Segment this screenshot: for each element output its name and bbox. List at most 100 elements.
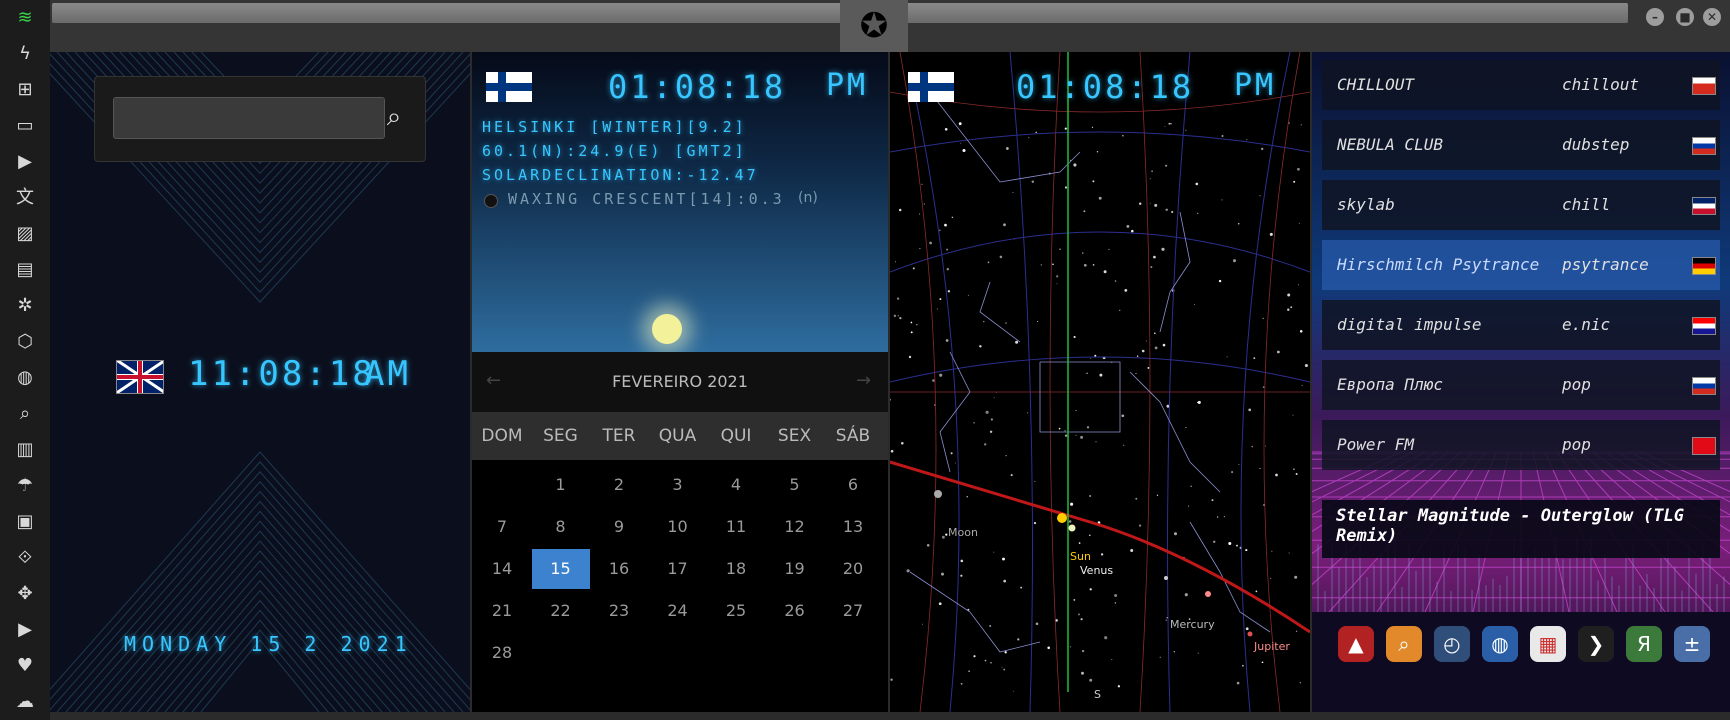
calendar-day[interactable]: 16 (590, 549, 648, 589)
link-icon[interactable]: ⟐ (13, 546, 37, 570)
station-name: Европа Плюс (1337, 375, 1443, 394)
image-icon[interactable]: ▨ (13, 222, 37, 246)
station-row[interactable]: CHILLOUT chillout (1322, 60, 1720, 110)
calendar-day[interactable]: 23 (590, 591, 648, 631)
clock-app-icon[interactable]: ◴ (1434, 626, 1470, 662)
app-logo-tab[interactable]: ✪ (840, 0, 908, 52)
news-icon[interactable]: ▤ (13, 258, 37, 282)
calendar-day[interactable]: 24 (649, 591, 707, 631)
umbrella-icon[interactable]: ☂ (13, 474, 37, 498)
station-genre: chill (1562, 195, 1611, 214)
calendar-day[interactable]: 3 (649, 465, 707, 505)
forward-icon[interactable]: ❯ (1578, 626, 1614, 662)
calendar-day[interactable]: 21 (473, 591, 531, 631)
mercury-marker[interactable] (1164, 576, 1168, 580)
weekday-header: SÁB (835, 426, 871, 446)
station-name: digital impulse (1337, 315, 1482, 334)
station-name: Power FM (1337, 435, 1415, 454)
weekday-header: TER (602, 426, 636, 446)
weekday-header: SEX (777, 426, 812, 446)
station-list: CHILLOUT chillout NEBULA CLUB dubstep skylab… (1312, 52, 1730, 492)
station-row[interactable]: Hirschmilch Psytrance psytrance (1322, 240, 1720, 290)
calendar-day[interactable]: 17 (649, 549, 707, 589)
calendar-app-icon[interactable]: ▦ (1530, 626, 1566, 662)
calendar-day[interactable]: 8 (532, 507, 590, 547)
calendar-day[interactable]: 4 (707, 465, 765, 505)
mars-marker[interactable] (1247, 631, 1253, 637)
calendar-day[interactable]: 13 (824, 507, 882, 547)
station-row[interactable]: Европа Плюс pop (1322, 360, 1720, 410)
cloud-icon[interactable]: ☁ (13, 690, 37, 714)
clock-panel: ⌕ 11:08:18 AM MONDAY 15 2 2021 (50, 52, 470, 712)
calendar-day[interactable]: 2 (590, 465, 648, 505)
calendar-next-button[interactable]: → (856, 370, 871, 391)
play-icon[interactable]: ▶ (13, 150, 37, 174)
youtube-icon[interactable]: ▶ (13, 618, 37, 642)
search-app-icon[interactable]: ⌕ (1386, 626, 1422, 662)
jupiter-marker[interactable] (1205, 591, 1211, 597)
calendar-day[interactable]: 25 (707, 591, 765, 631)
helsinki-city: HELSINKI [WINTER][9.2] (482, 118, 747, 136)
search-icon[interactable]: ⌕ (13, 402, 37, 426)
country-flag-icon (1692, 137, 1716, 155)
calendar-day[interactable]: 7 (473, 507, 531, 547)
calendar-day[interactable]: 15 (531, 549, 590, 589)
sky-time: 01:08:18 (1016, 68, 1195, 106)
calendar-grid: 1 2 3 4 5 6 7 8 9 10 11 12 13 14 15 16 17 18 19 20 21 22 23 24 2… (472, 460, 888, 712)
calendar-day[interactable]: 28 (473, 633, 531, 673)
windows-icon[interactable]: ⊞ (13, 78, 37, 102)
calendar-day[interactable]: 5 (766, 465, 824, 505)
country-flag-icon (1692, 257, 1716, 275)
calendar-day[interactable]: 9 (590, 507, 648, 547)
calculator-icon[interactable]: ± (1674, 626, 1710, 662)
moon-marker[interactable] (934, 490, 942, 498)
local-date: MONDAY 15 2 2021 (124, 632, 413, 656)
helsinki-panel: 01:08:18 PM HELSINKI [WINTER][9.2] 60.1(… (472, 52, 888, 712)
station-row[interactable]: NEBULA CLUB dubstep (1322, 120, 1720, 170)
settings-icon[interactable]: ✲ (13, 294, 37, 318)
calendar-day[interactable]: 10 (649, 507, 707, 547)
calendar-day[interactable]: 26 (766, 591, 824, 631)
finland-flag-icon (486, 72, 532, 102)
station-genre: pop (1562, 375, 1591, 394)
globe-icon[interactable]: ◍ (13, 366, 37, 390)
station-row[interactable]: skylab chill (1322, 180, 1720, 230)
station-row[interactable]: digital impulse e.nic (1322, 300, 1720, 350)
search-input[interactable] (113, 97, 385, 139)
venus-marker[interactable] (1068, 524, 1076, 532)
globe-app-icon[interactable]: ◍ (1482, 626, 1518, 662)
heart-icon[interactable]: ♥ (13, 654, 37, 678)
calendar-day[interactable]: 14 (473, 549, 531, 589)
wifi-icon[interactable]: ≋ (13, 6, 37, 30)
sun-marker[interactable] (1057, 513, 1067, 523)
search-icon[interactable]: ⌕ (377, 99, 411, 135)
map-icon[interactable]: ▥ (13, 438, 37, 462)
calendar-day[interactable]: 27 (824, 591, 882, 631)
calendar-weekdays: DOM SEG TER QUA QUI SEX SÁB (472, 412, 888, 460)
calendar-day[interactable]: 6 (824, 465, 882, 505)
archive-icon[interactable]: ▭ (13, 114, 37, 138)
yandex-icon[interactable]: Я (1626, 626, 1662, 662)
fullscreen-icon[interactable]: ✥ (13, 582, 37, 606)
flash-icon[interactable]: ϟ (13, 42, 37, 66)
calendar-day[interactable]: 1 (532, 465, 590, 505)
calendar-day[interactable]: 11 (707, 507, 765, 547)
calendar-day[interactable]: 19 (766, 549, 824, 589)
search-box: ⌕ (94, 76, 426, 162)
contacts-icon[interactable]: ▣ (13, 510, 37, 534)
translate-icon[interactable]: 文 (13, 186, 37, 210)
station-row[interactable]: Power FM pop (1322, 420, 1720, 470)
station-genre: dubstep (1562, 135, 1630, 154)
calendar-day[interactable]: 18 (707, 549, 765, 589)
venus-label: Venus (1080, 564, 1114, 577)
arrow-up-icon[interactable]: ▲ (1338, 626, 1374, 662)
calendar-day[interactable]: 20 (824, 549, 882, 589)
calendar-day[interactable]: 12 (766, 507, 824, 547)
radio-panel: CHILLOUT chillout NEBULA CLUB dubstep skylab… (1312, 52, 1730, 712)
hexagon-icon[interactable]: ⬡ (13, 330, 37, 354)
rebel-logo-icon: ✪ (859, 6, 889, 46)
minimize-button[interactable]: – (1646, 8, 1664, 26)
maximize-button[interactable]: ■ (1676, 8, 1694, 26)
calendar-day[interactable]: 22 (532, 591, 590, 631)
close-button[interactable]: ✕ (1703, 8, 1721, 26)
